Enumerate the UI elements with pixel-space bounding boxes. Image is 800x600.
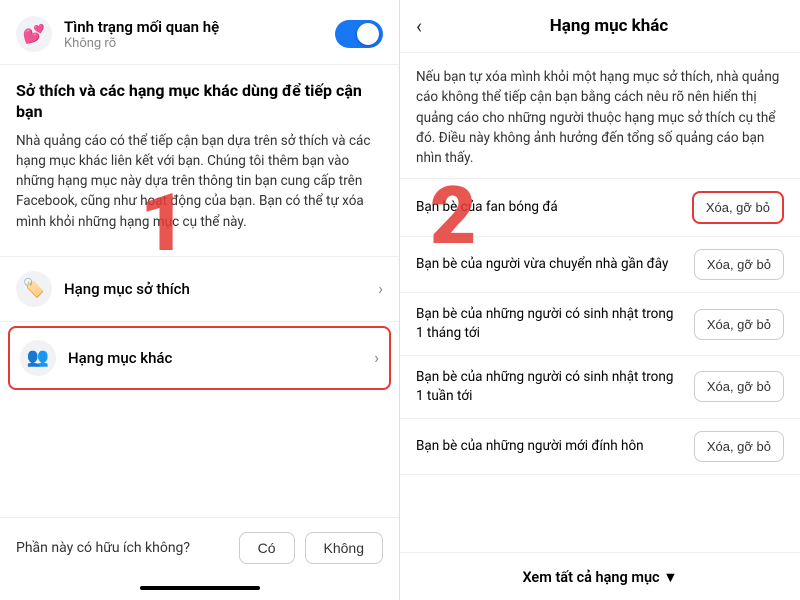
right-description-text: Nếu bạn tự xóa mình khỏi một hạng mục sở… (416, 67, 784, 168)
menu-item-other[interactable]: 👥 Hạng mục khác › (8, 326, 391, 390)
chevron-icon-2: › (374, 348, 379, 367)
description-title: Sở thích và các hạng mục khác dùng để ti… (16, 81, 383, 123)
table-row: Bạn bè của những người có sinh nhật tron… (400, 356, 800, 419)
table-row: Bạn bè của những người mới đính hôn Xóa,… (400, 419, 800, 475)
items-list: 2 Bạn bè của fan bóng đá Xóa, gỡ bỏ Bạn … (400, 179, 800, 552)
item-text-4: Bạn bè của những người mới đính hôn (416, 437, 684, 456)
right-panel: ‹ Hạng mục khác Nếu bạn tự xóa mình khỏi… (400, 0, 800, 600)
feedback-no-button[interactable]: Không (305, 532, 383, 564)
item-text-1: Bạn bè của người vừa chuyển nhà gần đây (416, 255, 684, 274)
right-panel-title: Hạng mục khác (434, 16, 784, 36)
chevron-icon: › (378, 279, 383, 298)
remove-button-1[interactable]: Xóa, gỡ bỏ (694, 249, 784, 280)
relationship-subtitle: Không rõ (64, 36, 219, 51)
table-row: Bạn bè của người vừa chuyển nhà gần đây … (400, 237, 800, 293)
right-header: ‹ Hạng mục khác (400, 0, 800, 53)
menu-item-other-label: Hạng mục khác (68, 349, 362, 367)
table-row: Bạn bè của những người có sinh nhật tron… (400, 293, 800, 356)
remove-button-4[interactable]: Xóa, gỡ bỏ (694, 431, 784, 462)
relationship-status-row: 💕 Tình trạng mối quan hệ Không rõ (0, 0, 399, 65)
heart-icon: 💕 (16, 16, 52, 52)
relationship-toggle[interactable] (335, 20, 383, 48)
right-description-container: Nếu bạn tự xóa mình khỏi một hạng mục sở… (400, 53, 800, 179)
back-button[interactable]: ‹ (416, 14, 422, 38)
menu-items-container: 🏷️ Hạng mục sở thích › 👥 Hạng mục khác ›… (0, 256, 399, 394)
home-indicator (140, 586, 260, 590)
remove-button-0[interactable]: Xóa, gỡ bỏ (692, 191, 784, 224)
feedback-bar: Phần này có hữu ích không? Có Không (0, 517, 399, 578)
description-body: Nhà quảng cáo có thể tiếp cận bạn dựa tr… (16, 131, 383, 232)
view-all-button[interactable]: Xem tất cả hạng mục ▼ (400, 552, 800, 600)
remove-button-2[interactable]: Xóa, gỡ bỏ (694, 309, 784, 340)
feedback-question: Phần này có hữu ích không? (16, 540, 229, 556)
menu-item-interests[interactable]: 🏷️ Hạng mục sở thích › (0, 256, 399, 322)
tag-icon: 🏷️ (16, 271, 52, 307)
menu-item-interests-label: Hạng mục sở thích (64, 280, 366, 298)
left-panel: 💕 Tình trạng mối quan hệ Không rõ Sở thí… (0, 0, 400, 600)
relationship-title: Tình trạng mối quan hệ (64, 18, 219, 36)
remove-button-3[interactable]: Xóa, gỡ bỏ (694, 371, 784, 402)
table-row: 2 Bạn bè của fan bóng đá Xóa, gỡ bỏ (400, 179, 800, 237)
group-icon: 👥 (20, 340, 56, 376)
item-text-2: Bạn bè của những người có sinh nhật tron… (416, 305, 684, 343)
item-text-0: Bạn bè của fan bóng đá (416, 198, 682, 217)
left-description: Sở thích và các hạng mục khác dùng để ti… (0, 65, 399, 248)
view-all-label: Xem tất cả hạng mục ▼ (522, 569, 677, 586)
item-text-3: Bạn bè của những người có sinh nhật tron… (416, 368, 684, 406)
feedback-yes-button[interactable]: Có (239, 532, 295, 564)
